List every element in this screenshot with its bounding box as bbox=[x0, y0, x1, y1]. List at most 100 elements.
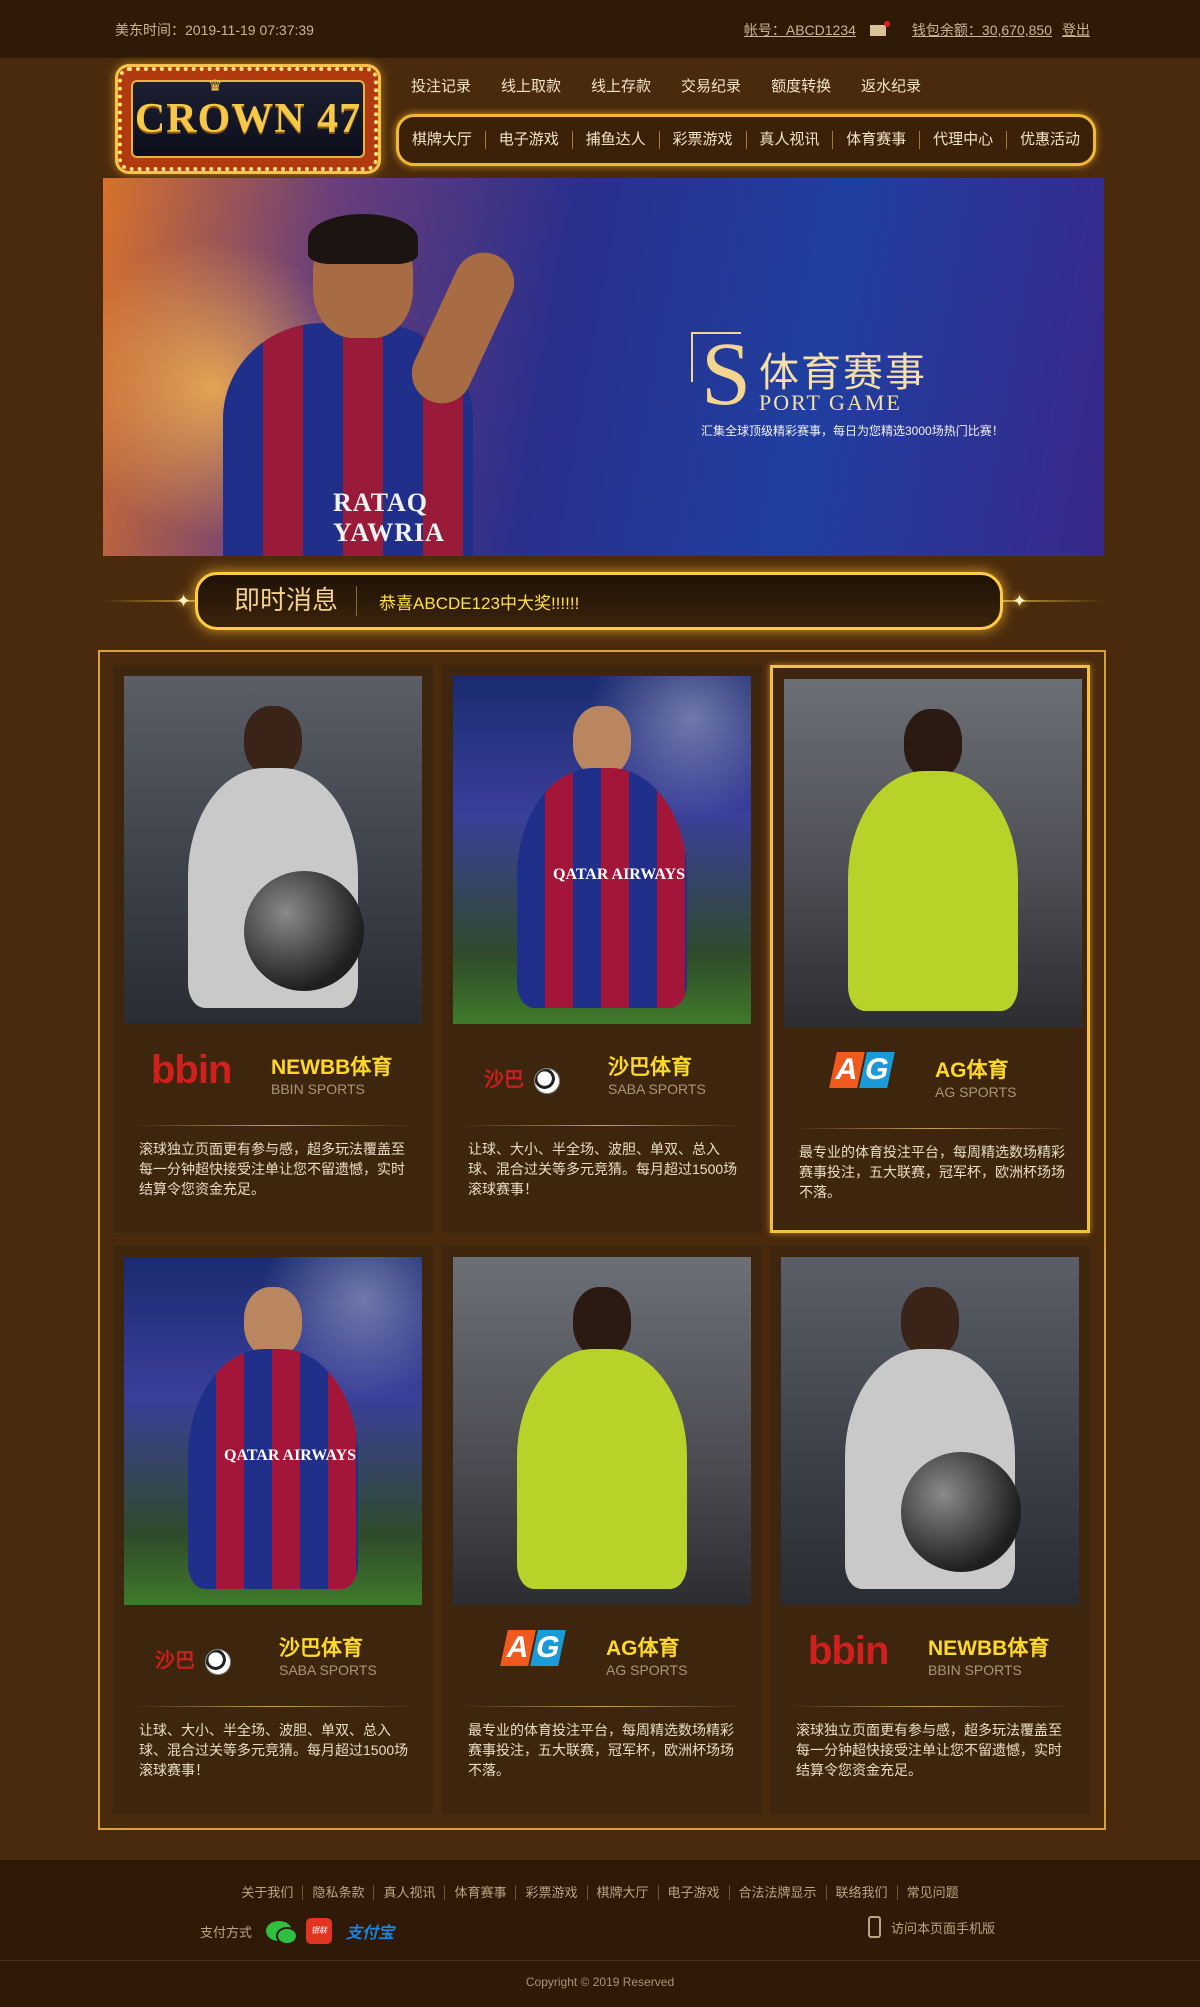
nav-fishing[interactable]: 捕鱼达人 bbox=[573, 131, 660, 149]
nav-agent[interactable]: 代理中心 bbox=[920, 131, 1008, 149]
shirt-sponsor: RATAQ YAWRIA bbox=[333, 488, 445, 547]
crown-icon: ♛ bbox=[208, 78, 223, 95]
footer: 关于我们 隐私条款 真人视讯 体育赛事 彩票游戏 棋牌大厅 电子游戏 合法法牌显示 联络我们 常见… bbox=[0, 1860, 1200, 2007]
card-subtitle: BBIN SPORTS bbox=[271, 1081, 365, 1097]
nav-rebate[interactable]: 返水纪录 bbox=[861, 75, 921, 96]
primary-nav: 投注记录 线上取款 线上存款 交易纪录 额度转换 返水纪录 bbox=[411, 75, 921, 96]
saba-logo: 沙巴 bbox=[155, 1640, 231, 1682]
divider bbox=[790, 1706, 1070, 1707]
card-photo: QATAR AIRWAYS bbox=[124, 1257, 422, 1605]
account-link[interactable]: 帐号：ABCD1234 bbox=[744, 20, 856, 40]
footer-link-privacy[interactable]: 隐私条款 bbox=[303, 1885, 375, 1900]
banner-title-en: PORT GAME bbox=[759, 390, 902, 415]
nav-chess[interactable]: 棋牌大厅 bbox=[399, 131, 486, 149]
card-title: 沙巴体育 bbox=[279, 1637, 363, 1660]
player-hair bbox=[308, 214, 418, 264]
nav-transactions[interactable]: 交易纪录 bbox=[681, 75, 741, 96]
card-brand: 沙巴 沙巴体育 SABA SPORTS bbox=[442, 1037, 762, 1107]
card-title: AG体育 bbox=[606, 1637, 680, 1660]
logo-text: CROWN 47 bbox=[134, 96, 362, 142]
divider bbox=[133, 1125, 413, 1126]
banner-player-image: RATAQ YAWRIA bbox=[193, 214, 524, 556]
account-area: 帐号：ABCD1234 钱包余额：30,670,850 登出 bbox=[744, 20, 1090, 40]
soccer-ball-icon bbox=[205, 1648, 231, 1675]
card-description: 让球、大小、半全场、波胆、单双、总入球、混合过关等多元竞猜。每月超过1500场滚… bbox=[139, 1722, 409, 1778]
nav-sports[interactable]: 体育赛事 bbox=[833, 131, 921, 149]
nav-slots[interactable]: 电子游戏 bbox=[486, 131, 573, 149]
footer-link-about[interactable]: 关于我们 bbox=[232, 1885, 304, 1900]
nav-live[interactable]: 真人视讯 bbox=[747, 131, 834, 149]
nav-transfer[interactable]: 额度转换 bbox=[771, 75, 831, 96]
footer-link-lottery[interactable]: 彩票游戏 bbox=[516, 1885, 588, 1900]
footer-link-contact[interactable]: 联络我们 bbox=[826, 1885, 898, 1900]
card-description: 让球、大小、半全场、波胆、单双、总入球、混合过关等多元竞猜。每月超过1500场滚… bbox=[468, 1141, 738, 1197]
divider bbox=[133, 1706, 413, 1707]
card-title: NEWBB体育 bbox=[928, 1637, 1050, 1660]
sport-card[interactable]: bbin NEWBB体育 BBIN SPORTS 滚球独立页面更有参与感，超多玩… bbox=[770, 1246, 1090, 1814]
nav-promotions[interactable]: 优惠活动 bbox=[1007, 131, 1093, 149]
card-title: AG体育 bbox=[935, 1059, 1009, 1082]
nav-bet-records[interactable]: 投注记录 bbox=[411, 75, 471, 96]
unionpay-icon: 银联 bbox=[306, 1918, 333, 1944]
nav-withdraw[interactable]: 线上取款 bbox=[501, 75, 561, 96]
alipay-logo: 支付宝 bbox=[346, 1925, 395, 1942]
card-description: 滚球独立页面更有参与感，超多玩法覆盖至每一分钟超快接受注单让您不留遗憾，实时结算… bbox=[796, 1722, 1062, 1778]
card-brand: AG AG体育 AG SPORTS bbox=[773, 1040, 1087, 1110]
sport-card[interactable]: QATAR AIRWAYS 沙巴 沙巴体育 SABA SPORTS 让球、大小、… bbox=[113, 1246, 433, 1814]
banner-subtitle: 汇集全球顶级精彩赛事，每日为您精选3000场热门比赛！ bbox=[701, 424, 1004, 438]
mobile-version-link[interactable]: 访问本页面手机版 bbox=[868, 1916, 995, 1938]
footer-link-slots[interactable]: 电子游戏 bbox=[658, 1885, 730, 1900]
card-subtitle: AG SPORTS bbox=[606, 1662, 688, 1678]
banner-big-letter: S bbox=[701, 325, 752, 424]
sparkle-icon: ✦ bbox=[1012, 591, 1028, 611]
card-description: 滚球独立页面更有参与感，超多玩法覆盖至每一分钟超快接受注单让您不留遗憾，实时结算… bbox=[139, 1141, 405, 1197]
card-photo bbox=[784, 679, 1082, 1027]
secondary-nav: 棋牌大厅 电子游戏 捕鱼达人 彩票游戏 真人视讯 体育赛事 代理中心 优惠活动 bbox=[396, 114, 1096, 166]
footer-links: 关于我们 隐私条款 真人视讯 体育赛事 彩票游戏 棋牌大厅 电子游戏 合法法牌显示 联络我们 常见… bbox=[0, 1882, 1200, 1901]
time-value: 2019-11-19 07:37:39 bbox=[185, 22, 314, 38]
footer-link-license[interactable]: 合法法牌显示 bbox=[729, 1885, 827, 1900]
logo-plate: CROWN 47 bbox=[131, 80, 365, 158]
sparkle-icon: ✦ bbox=[176, 591, 192, 611]
news-ticker: 即时消息 恭喜ABCDE123中大奖!!!!!! bbox=[195, 572, 1003, 630]
logout-link[interactable]: 登出 bbox=[1062, 20, 1090, 40]
top-bar: 美东时间：2019-11-19 07:37:39 帐号：ABCD1234 钱包余… bbox=[0, 0, 1200, 58]
card-subtitle: SABA SPORTS bbox=[279, 1662, 377, 1678]
hero-banner[interactable]: RATAQ YAWRIA S 体育赛事 PORT GAME 汇集全球顶级精彩赛事… bbox=[103, 178, 1104, 556]
card-brand: bbin NEWBB体育 BBIN SPORTS bbox=[113, 1037, 433, 1107]
footer-link-sports[interactable]: 体育赛事 bbox=[445, 1885, 517, 1900]
divider bbox=[462, 1125, 742, 1126]
sport-card[interactable]: AG AG体育 AG SPORTS 最专业的体育投注平台，每周精选数场精彩赛事投… bbox=[442, 1246, 762, 1814]
header: CROWN 47 ♛ 投注记录 线上取款 线上存款 交易纪录 额度转换 返水纪录… bbox=[0, 58, 1200, 178]
card-subtitle: SABA SPORTS bbox=[608, 1081, 706, 1097]
card-brand: AG AG体育 AG SPORTS bbox=[442, 1618, 762, 1688]
payment-label: 支付方式 bbox=[200, 1924, 253, 1940]
balance-link[interactable]: 钱包余额：30,670,850 bbox=[912, 20, 1052, 40]
card-title: 沙巴体育 bbox=[608, 1056, 692, 1079]
site-logo[interactable]: CROWN 47 ♛ bbox=[115, 64, 381, 174]
footer-link-chess[interactable]: 棋牌大厅 bbox=[587, 1885, 659, 1900]
saba-logo-text: 沙巴 bbox=[484, 1069, 524, 1091]
ag-logo: AG bbox=[500, 1630, 566, 1672]
nav-lottery[interactable]: 彩票游戏 bbox=[660, 131, 747, 149]
sport-card[interactable]: bbin NEWBB体育 BBIN SPORTS 滚球独立页面更有参与感，超多玩… bbox=[113, 665, 433, 1233]
ag-logo: AG bbox=[829, 1052, 895, 1094]
ticker-label: 即时消息 bbox=[198, 586, 358, 616]
bbin-logo: bbin bbox=[808, 1629, 889, 1673]
sport-card[interactable]: AG AG体育 AG SPORTS 最专业的体育投注平台，每周精选数场精彩赛事投… bbox=[770, 665, 1090, 1233]
nav-deposit[interactable]: 线上存款 bbox=[591, 75, 651, 96]
saba-logo-text: 沙巴 bbox=[155, 1650, 195, 1672]
card-description: 最专业的体育投注平台，每周精选数场精彩赛事投注，五大联赛，冠军杯，欧洲杯场场不落… bbox=[468, 1722, 734, 1778]
ticker-message[interactable]: 恭喜ABCDE123中大奖!!!!!! bbox=[357, 589, 579, 614]
card-subtitle: BBIN SPORTS bbox=[928, 1662, 1022, 1678]
footer-link-live[interactable]: 真人视讯 bbox=[374, 1885, 446, 1900]
card-description: 最专业的体育投注平台，每周精选数场精彩赛事投注，五大联赛，冠军杯，欧洲杯场场不落… bbox=[799, 1144, 1065, 1200]
footer-divider bbox=[0, 1960, 1200, 1961]
saba-logo: 沙巴 bbox=[484, 1059, 560, 1101]
divider bbox=[462, 1706, 742, 1707]
card-subtitle: AG SPORTS bbox=[935, 1084, 1017, 1100]
footer-link-faq[interactable]: 常见问题 bbox=[898, 1885, 968, 1900]
mail-icon[interactable] bbox=[869, 20, 890, 36]
sport-card[interactable]: QATAR AIRWAYS 沙巴 沙巴体育 SABA SPORTS 让球、大小、… bbox=[442, 665, 762, 1233]
phone-icon bbox=[868, 1916, 881, 1938]
